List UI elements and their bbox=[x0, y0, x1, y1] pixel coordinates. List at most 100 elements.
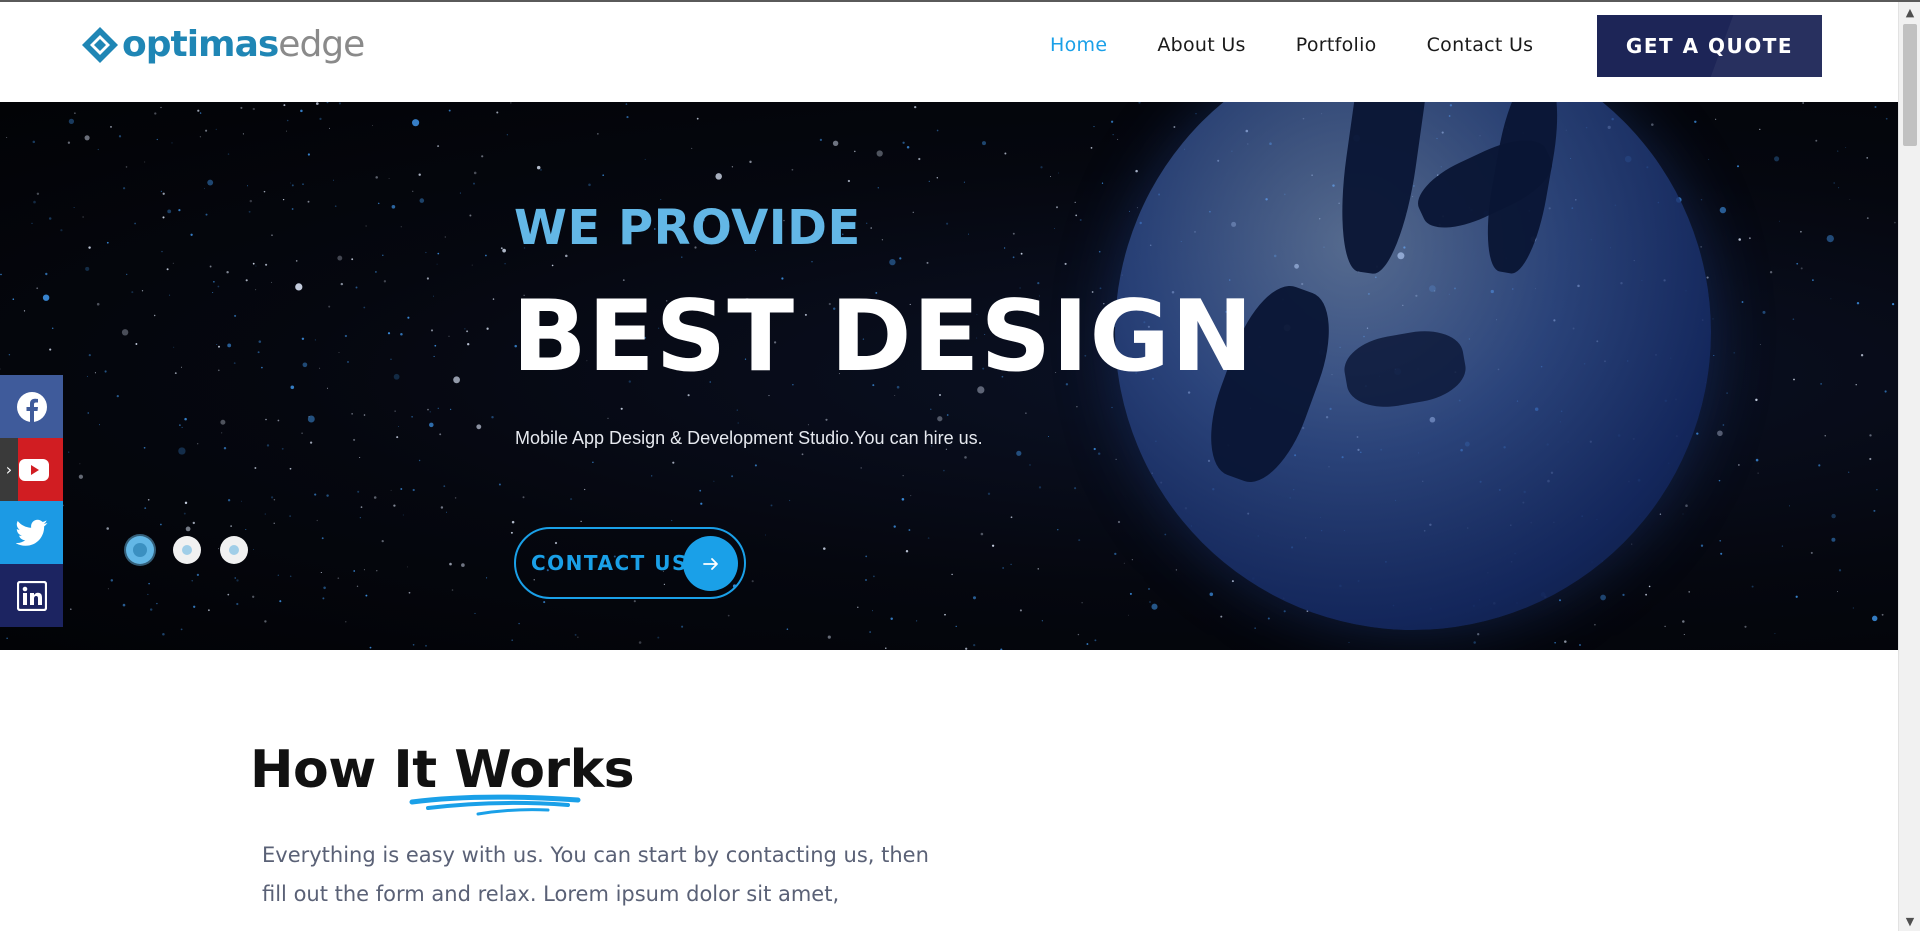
star-dot bbox=[1759, 343, 1761, 345]
contact-us-button[interactable]: CONTACT US bbox=[514, 527, 746, 599]
star-dot bbox=[12, 298, 15, 300]
star-dot bbox=[1012, 256, 1015, 259]
star-dot bbox=[31, 222, 33, 225]
star-dot bbox=[60, 229, 63, 232]
site-logo[interactable]: optimasedge bbox=[80, 24, 365, 66]
star-dot bbox=[881, 239, 884, 241]
star-dot bbox=[1838, 187, 1840, 189]
star-dot bbox=[687, 394, 690, 397]
linkedin-link[interactable] bbox=[0, 564, 63, 627]
star-dot bbox=[215, 128, 217, 131]
star-dot bbox=[141, 290, 144, 292]
scrollbar-thumb[interactable] bbox=[1903, 24, 1917, 146]
star-dot bbox=[131, 291, 134, 294]
star-dot bbox=[255, 289, 257, 291]
facebook-link[interactable] bbox=[0, 375, 63, 438]
star-dot bbox=[375, 176, 378, 179]
nav-about-us[interactable]: About Us bbox=[1157, 32, 1245, 58]
star-dot bbox=[110, 579, 114, 582]
star-dot bbox=[963, 181, 965, 183]
star-dot bbox=[1856, 301, 1860, 305]
star-dot bbox=[1019, 609, 1022, 612]
star-dot bbox=[1720, 552, 1723, 555]
star-dot bbox=[233, 362, 236, 364]
page-scrollbar[interactable]: ▲ ▼ bbox=[1898, 2, 1920, 931]
star-dot bbox=[754, 464, 757, 467]
star-dot bbox=[1815, 139, 1818, 142]
star-dot bbox=[1000, 648, 1003, 650]
star-dot bbox=[1812, 279, 1814, 281]
star-dot bbox=[1869, 457, 1872, 461]
star-dot bbox=[510, 102, 512, 104]
star-dot bbox=[987, 492, 991, 495]
star-dot bbox=[737, 422, 739, 424]
star-dot bbox=[125, 166, 128, 168]
scroll-up-arrow-icon[interactable]: ▲ bbox=[1899, 2, 1920, 22]
star-dot bbox=[1074, 487, 1077, 490]
star-dot bbox=[454, 497, 457, 499]
nav-home[interactable]: Home bbox=[1050, 32, 1107, 58]
get-a-quote-button[interactable]: GET A QUOTE bbox=[1597, 15, 1822, 77]
star-dot bbox=[1025, 412, 1027, 414]
star-dot bbox=[1594, 623, 1596, 626]
star-dot bbox=[551, 264, 554, 267]
star-dot bbox=[1751, 585, 1754, 588]
how-it-works-text-line-1: Everything is easy with us. You can star… bbox=[262, 843, 929, 867]
twitter-link[interactable] bbox=[0, 501, 63, 564]
sidebar-toggle-chevron-icon[interactable]: › bbox=[0, 438, 18, 501]
logo-wordmark: optimasedge bbox=[122, 24, 365, 65]
star-dot bbox=[937, 416, 943, 422]
star-dot bbox=[928, 180, 930, 183]
star-dot bbox=[285, 130, 288, 132]
star-dot bbox=[1866, 157, 1869, 159]
star-dot bbox=[363, 414, 366, 416]
star-dot bbox=[1645, 593, 1647, 596]
star-dot bbox=[396, 436, 399, 439]
star-dot bbox=[1736, 165, 1740, 168]
star-dot bbox=[234, 314, 237, 317]
nav-portfolio[interactable]: Portfolio bbox=[1296, 32, 1377, 58]
slider-dot-1[interactable] bbox=[126, 536, 154, 564]
star-dot bbox=[184, 501, 188, 505]
slider-dot-2[interactable] bbox=[173, 536, 201, 564]
star-dot bbox=[134, 222, 136, 225]
star-dot bbox=[227, 593, 230, 596]
star-dot bbox=[570, 498, 573, 501]
star-dot bbox=[905, 550, 909, 553]
star-dot bbox=[486, 577, 488, 579]
star-dot bbox=[161, 250, 163, 253]
youtube-link[interactable]: › bbox=[0, 438, 63, 501]
star-dot bbox=[369, 646, 372, 649]
star-dot bbox=[671, 519, 673, 522]
scroll-down-arrow-icon[interactable]: ▼ bbox=[1899, 911, 1920, 931]
star-dot bbox=[1860, 354, 1864, 357]
star-dot bbox=[1175, 569, 1178, 571]
star-dot bbox=[1117, 138, 1119, 140]
star-dot bbox=[255, 265, 257, 267]
star-dot bbox=[1845, 147, 1847, 148]
star-dot bbox=[1064, 262, 1067, 265]
star-dot bbox=[811, 261, 813, 263]
star-dot bbox=[1818, 464, 1821, 467]
star-dot bbox=[865, 579, 867, 581]
star-dot bbox=[295, 260, 298, 262]
star-dot bbox=[1076, 405, 1078, 408]
star-dot bbox=[436, 263, 438, 265]
star-dot bbox=[84, 135, 90, 141]
star-dot bbox=[191, 580, 193, 582]
star-dot bbox=[273, 522, 275, 524]
star-dot bbox=[1788, 505, 1791, 507]
star-dot bbox=[110, 125, 112, 128]
star-dot bbox=[326, 102, 329, 104]
star-dot bbox=[1719, 206, 1727, 214]
star-dot bbox=[1138, 102, 1141, 104]
slider-dot-3[interactable] bbox=[220, 536, 248, 564]
star-dot bbox=[1800, 230, 1802, 233]
star-dot bbox=[67, 141, 71, 144]
star-dot bbox=[1700, 544, 1704, 547]
star-dot bbox=[197, 109, 200, 112]
star-dot bbox=[1477, 633, 1480, 636]
nav-contact-us[interactable]: Contact Us bbox=[1427, 32, 1534, 58]
star-dot bbox=[48, 217, 52, 220]
star-dot bbox=[1733, 352, 1735, 354]
